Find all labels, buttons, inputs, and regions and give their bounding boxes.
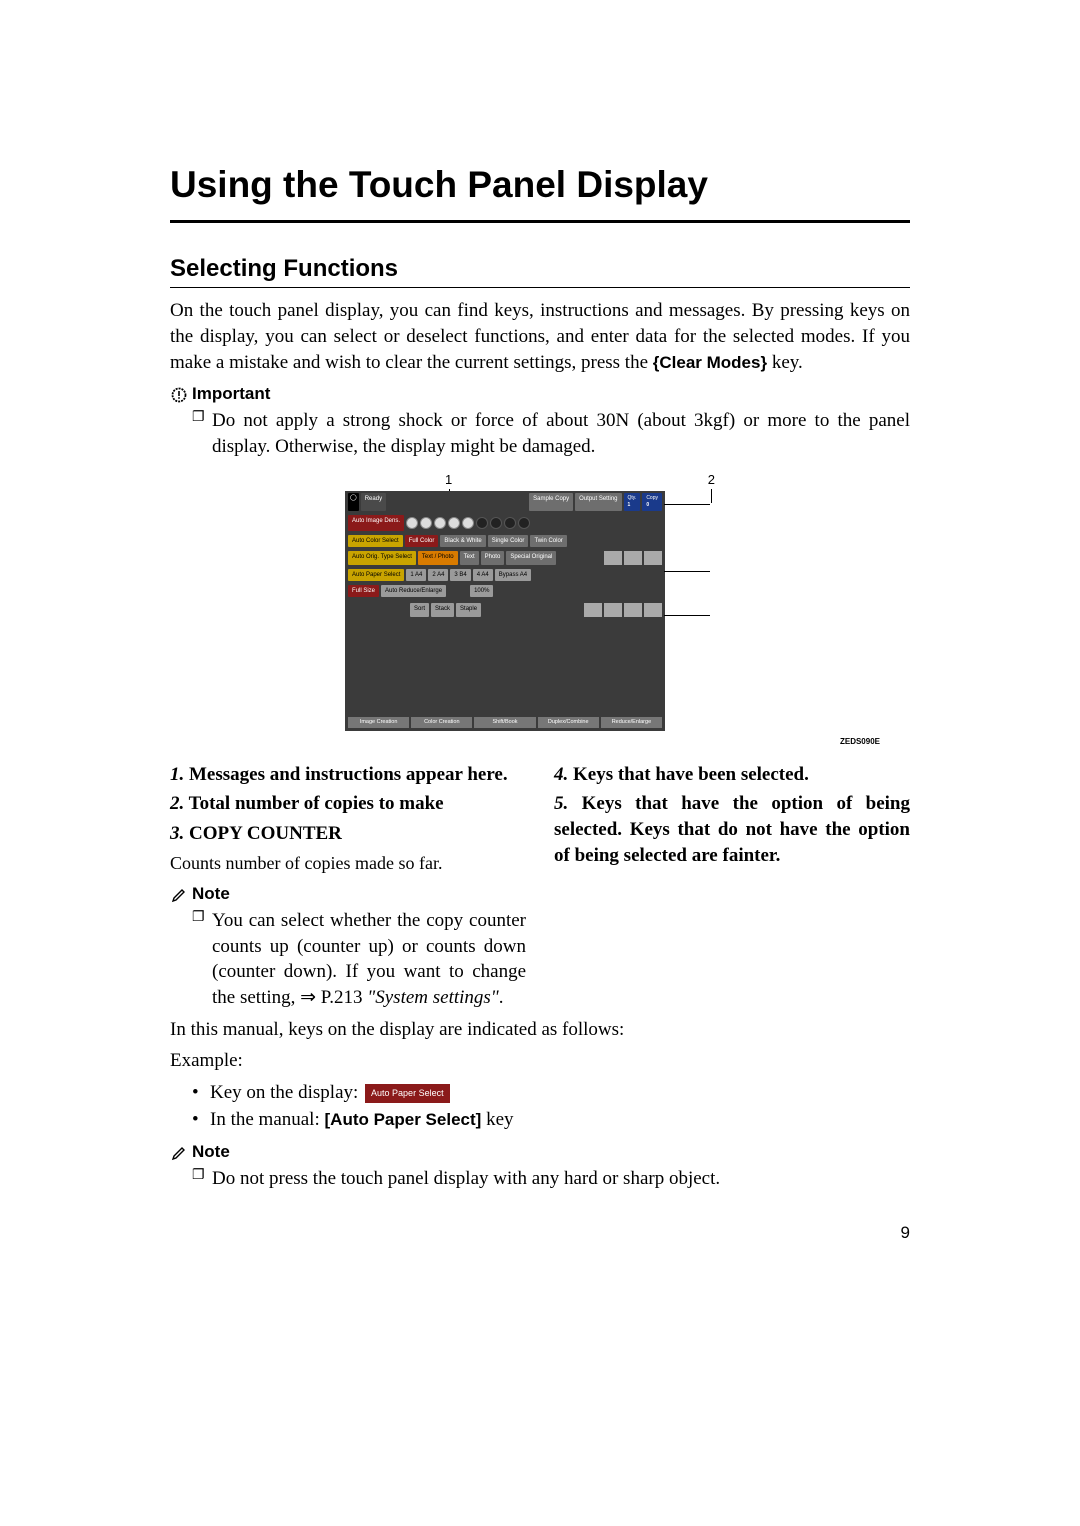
black-white-btn[interactable]: Black & White	[440, 535, 485, 547]
section-heading: Selecting Functions	[170, 253, 910, 285]
legend-3-desc: Counts number of copies made so far.	[170, 851, 526, 875]
callout-2: 2	[708, 471, 715, 489]
indicated-line: In this manual, keys on the display are …	[170, 1017, 910, 1043]
important-list: Do not apply a strong shock or force of …	[192, 408, 910, 459]
important-item: Do not apply a strong shock or force of …	[192, 408, 910, 459]
special-original-btn[interactable]: Special Original	[506, 551, 556, 565]
note-heading-1: Note	[170, 883, 526, 906]
text-photo-btn[interactable]: Text / Photo	[418, 551, 458, 565]
auto-color-select-btn[interactable]: Auto Color Select	[348, 535, 403, 547]
auto-paper-select-inline: Auto Paper Select	[365, 1084, 450, 1102]
intro-paragraph: On the touch panel display, you can find…	[170, 298, 910, 375]
page-number: 9	[170, 1222, 910, 1245]
important-icon	[170, 386, 188, 404]
finish-icon[interactable]	[624, 603, 642, 617]
legend-1: 1. Messages and instructions appear here…	[170, 762, 526, 788]
legend-5: 5. Keys that have the option of being se…	[554, 791, 910, 868]
auto-image-density-btn[interactable]: Auto Image Dens.	[348, 515, 404, 531]
clear-modes-key: {Clear Modes}	[653, 353, 767, 372]
example-key-on-display: Key on the display: Auto Paper Select	[192, 1080, 910, 1106]
tab-color-creation[interactable]: Color Creation	[411, 717, 472, 728]
twin-color-btn[interactable]: Twin Color	[530, 535, 566, 547]
note-label: Note	[192, 883, 230, 906]
callout-1: 1	[445, 471, 452, 489]
note-icon	[170, 886, 188, 904]
sample-copy-btn[interactable]: Sample Copy	[529, 493, 573, 511]
note-1-list: You can select whether the copy counter …	[192, 908, 526, 1011]
legend-3: 3. COPY COUNTER	[170, 821, 526, 847]
tab-reduce[interactable]: Reduce/Enlarge	[601, 717, 662, 728]
note-2-item: Do not press the touch panel display wit…	[192, 1166, 910, 1192]
finish-icon[interactable]	[584, 603, 602, 617]
orientation-icon[interactable]	[644, 551, 662, 565]
callout-3: 3	[714, 495, 721, 513]
important-label: Important	[192, 383, 270, 406]
note-2-list: Do not press the touch panel display wit…	[192, 1166, 910, 1192]
tab-image-creation[interactable]: Image Creation	[348, 717, 409, 728]
text-btn[interactable]: Text	[460, 551, 479, 565]
legend-2: 2. Total number of copies to make	[170, 791, 526, 817]
important-heading: Important	[170, 383, 910, 406]
tray-3-btn[interactable]: 3 B4	[450, 569, 470, 581]
example-list: Key on the display: Auto Paper Select In…	[192, 1080, 910, 1133]
sort-btn[interactable]: Sort	[410, 603, 429, 617]
staple-btn[interactable]: Staple	[456, 603, 481, 617]
copy-counter: Copy0	[642, 493, 662, 511]
touch-panel-figure: 1 2 3 4 5 ◯ Ready Sample Copy Output Set…	[345, 471, 735, 731]
auto-orig-type-btn[interactable]: Auto Orig. Type Select	[348, 551, 416, 565]
page-title: Using the Touch Panel Display	[170, 160, 910, 210]
full-size-btn[interactable]: Full Size	[348, 585, 379, 597]
example-label: Example:	[170, 1048, 910, 1074]
legend-4: 4. Keys that have been selected.	[554, 762, 910, 788]
photo-btn[interactable]: Photo	[481, 551, 505, 565]
tray-1-btn[interactable]: 1 A4	[406, 569, 426, 581]
note-heading-2: Note	[170, 1141, 910, 1164]
single-color-btn[interactable]: Single Color	[488, 535, 529, 547]
note-icon	[170, 1144, 188, 1162]
title-rule	[170, 220, 910, 223]
touch-panel-screen: 3 4 5 ◯ Ready Sample Copy Output Setting…	[345, 491, 665, 731]
tab-duplex[interactable]: Duplex/Combine	[538, 717, 599, 728]
tray-4-btn[interactable]: 4 A4	[473, 569, 493, 581]
note-label: Note	[192, 1141, 230, 1164]
finish-icon[interactable]	[604, 603, 622, 617]
tray-2-btn[interactable]: 2 A4	[428, 569, 448, 581]
callout-4: 4	[714, 563, 721, 581]
intro-end: key.	[767, 352, 803, 373]
auto-reduce-enlarge-btn[interactable]: Auto Reduce/Enlarge	[381, 585, 446, 597]
ready-indicator: Ready	[361, 493, 386, 511]
legend-columns: 1. Messages and instructions appear here…	[170, 758, 910, 1017]
callout-5: 5	[714, 606, 721, 624]
stack-btn[interactable]: Stack	[431, 603, 454, 617]
orientation-icon[interactable]	[624, 551, 642, 565]
zoom-pct: 100%	[470, 585, 493, 597]
finish-icon[interactable]	[644, 603, 662, 617]
section-rule	[170, 287, 910, 288]
bypass-btn[interactable]: Bypass A4	[495, 569, 531, 581]
output-setting-btn[interactable]: Output Setting	[575, 493, 621, 511]
example-in-manual: In the manual: [Auto Paper Select] key	[192, 1107, 910, 1133]
note-1-item: You can select whether the copy counter …	[192, 908, 526, 1011]
tab-shift-book[interactable]: Shift/Book	[474, 717, 535, 728]
orientation-icon[interactable]	[604, 551, 622, 565]
figure-code: ZEDS090E	[170, 737, 910, 748]
full-color-btn[interactable]: Full Color	[405, 535, 439, 547]
qty-label: Qty.1	[624, 493, 641, 511]
auto-paper-select-btn[interactable]: Auto Paper Select	[348, 569, 404, 581]
